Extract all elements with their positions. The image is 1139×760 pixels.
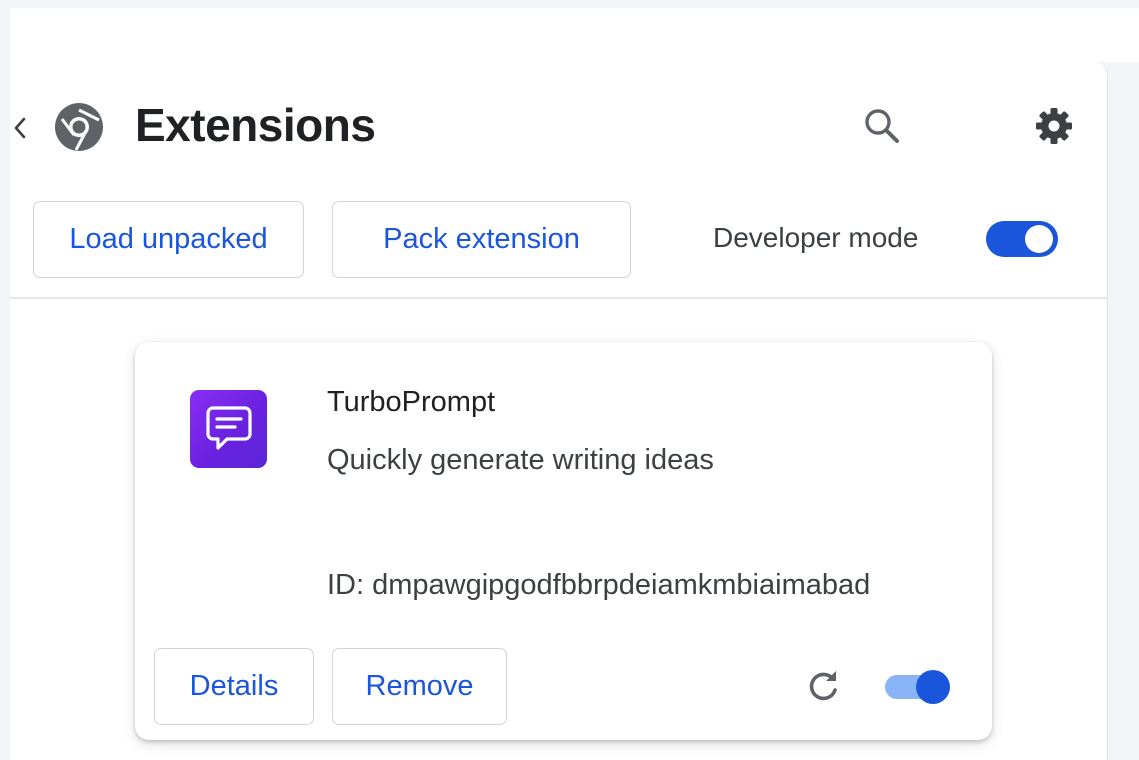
chat-bubble-icon bbox=[190, 390, 267, 468]
developer-mode-label: Developer mode bbox=[713, 222, 919, 253]
extension-name: TurboPrompt bbox=[327, 386, 496, 418]
gear-icon[interactable] bbox=[1032, 104, 1076, 148]
chrome-logo-icon bbox=[54, 102, 104, 152]
extension-description: Quickly generate writing ideas bbox=[327, 444, 714, 476]
reload-icon[interactable] bbox=[803, 666, 843, 706]
developer-mode-toggle[interactable] bbox=[985, 219, 1059, 259]
extension-card: TurboPrompt Quickly generate writing ide… bbox=[135, 342, 992, 740]
extension-enable-toggle[interactable] bbox=[883, 668, 953, 706]
remove-button[interactable]: Remove bbox=[332, 648, 507, 725]
toolbar-divider bbox=[10, 297, 1107, 299]
details-button[interactable]: Details bbox=[154, 648, 314, 725]
chevron-left-icon[interactable] bbox=[10, 114, 30, 142]
extension-id: ID: dmpawgipgodfbbrpdeiamkmbiaimabad bbox=[327, 569, 871, 601]
top-strip bbox=[10, 8, 1139, 62]
page-title: Extensions bbox=[135, 99, 376, 151]
pack-extension-button[interactable]: Pack extension bbox=[332, 201, 631, 278]
extensions-panel: Extensions Load unpacked Pack extension … bbox=[10, 62, 1108, 760]
search-icon[interactable] bbox=[860, 104, 904, 148]
page-header: Extensions bbox=[10, 62, 1107, 187]
load-unpacked-button[interactable]: Load unpacked bbox=[33, 201, 304, 278]
